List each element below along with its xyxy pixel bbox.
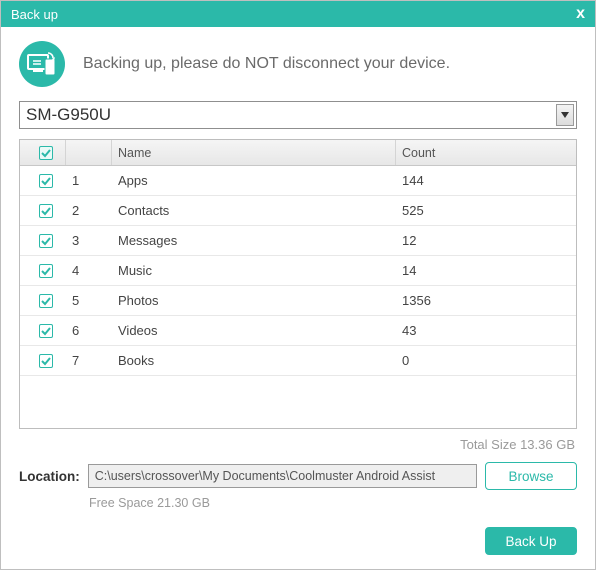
row-index: 2 [66,203,112,218]
row-checkbox[interactable] [39,174,53,188]
row-index: 4 [66,263,112,278]
row-name: Books [112,353,396,368]
table-row[interactable]: 1Apps144 [20,166,576,196]
row-checkbox[interactable] [39,204,53,218]
location-label: Location: [19,469,80,484]
free-space: Free Space 21.30 GB [19,494,577,510]
device-sync-icon [19,41,65,87]
row-count: 144 [396,173,576,188]
chevron-down-icon[interactable] [556,104,574,126]
col-name: Name [112,140,396,165]
table-row[interactable]: 3Messages12 [20,226,576,256]
row-checkbox[interactable] [39,264,53,278]
row-index: 5 [66,293,112,308]
window-title: Back up [11,7,58,22]
close-icon[interactable]: x [576,6,585,22]
select-all-checkbox[interactable] [39,146,53,160]
device-select[interactable]: SM-G950U [19,101,577,129]
row-checkbox[interactable] [39,354,53,368]
col-index [66,140,112,165]
row-index: 7 [66,353,112,368]
row-index: 3 [66,233,112,248]
backup-button[interactable]: Back Up [485,527,577,555]
col-count: Count [396,140,576,165]
row-index: 1 [66,173,112,188]
row-checkbox[interactable] [39,294,53,308]
backup-window: Back up x Backing up, please do NOT disc… [0,0,596,570]
table-row[interactable]: 7Books0 [20,346,576,376]
row-name: Music [112,263,396,278]
categories-table: Name Count 1Apps1442Contacts5253Messages… [19,139,577,429]
table-header: Name Count [20,140,576,166]
table-row[interactable]: 6Videos43 [20,316,576,346]
banner: Backing up, please do NOT disconnect you… [1,27,595,101]
row-count: 43 [396,323,576,338]
banner-message: Backing up, please do NOT disconnect you… [83,55,450,73]
row-name: Apps [112,173,396,188]
row-count: 0 [396,353,576,368]
location-path-field[interactable]: C:\users\crossover\My Documents\Coolmust… [88,464,477,488]
row-name: Videos [112,323,396,338]
row-index: 6 [66,323,112,338]
row-count: 14 [396,263,576,278]
row-checkbox[interactable] [39,324,53,338]
device-select-value: SM-G950U [26,105,111,125]
row-name: Contacts [112,203,396,218]
row-count: 12 [396,233,576,248]
table-row[interactable]: 4Music14 [20,256,576,286]
row-checkbox[interactable] [39,234,53,248]
total-size: Total Size 13.36 GB [19,429,577,462]
table-row[interactable]: 5Photos1356 [20,286,576,316]
table-row[interactable]: 2Contacts525 [20,196,576,226]
titlebar: Back up x [1,1,595,27]
row-count: 1356 [396,293,576,308]
row-count: 525 [396,203,576,218]
browse-button[interactable]: Browse [485,462,577,490]
row-name: Photos [112,293,396,308]
row-name: Messages [112,233,396,248]
